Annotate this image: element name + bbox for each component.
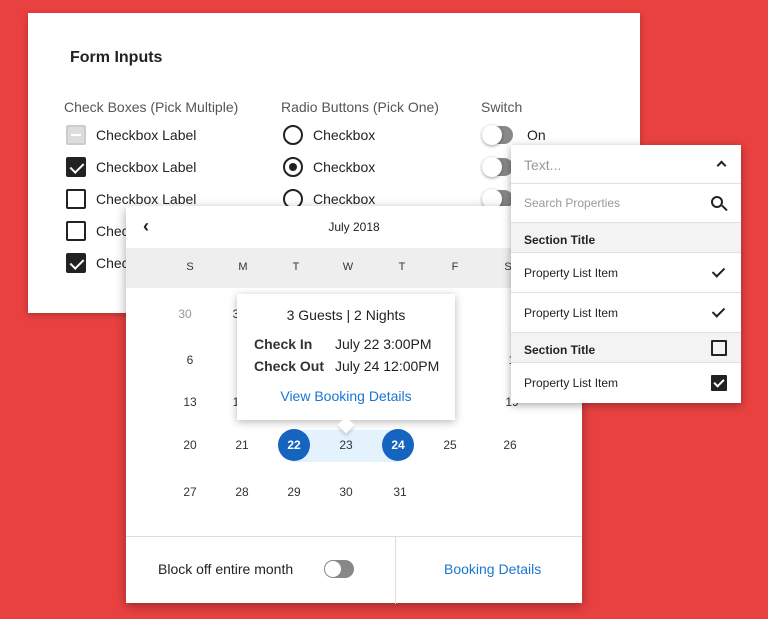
radio-label: Checkbox <box>313 127 376 143</box>
switch-option[interactable]: On <box>482 124 546 146</box>
text-placeholder: Text... <box>524 157 562 173</box>
check-in-value: July 22 3:00PM <box>335 336 432 352</box>
item-checkbox-checked[interactable] <box>711 375 727 391</box>
calendar-day-range-end[interactable]: 24 <box>382 429 414 461</box>
checkbox-label: Checkbox Label <box>96 191 197 207</box>
radio-column-heading: Radio Buttons (Pick One) <box>281 99 439 115</box>
switch-toggle[interactable] <box>482 157 513 177</box>
section-header[interactable]: Section Title <box>511 333 741 363</box>
check-out-value: July 24 12:00PM <box>335 358 440 374</box>
calendar-day[interactable]: 21 <box>224 435 260 455</box>
tooltip-guests-nights: 3 Guests | 2 Nights <box>286 307 406 323</box>
calendar-day[interactable]: 29 <box>276 482 312 502</box>
weekday-label: W <box>342 261 354 273</box>
calendar-day-range-start[interactable]: 22 <box>278 429 310 461</box>
checkbox-checked[interactable] <box>66 157 86 177</box>
checkbox-unchecked[interactable] <box>66 189 86 209</box>
booking-details-link[interactable]: Booking Details <box>444 561 541 577</box>
block-month-switch[interactable] <box>324 560 354 578</box>
booking-tooltip: 3 Guests | 2 Nights Check In July 22 3:0… <box>237 294 455 434</box>
property-list-item[interactable]: Property List Item <box>511 253 741 293</box>
section-header: Section Title <box>511 223 741 253</box>
calendar-day[interactable]: 20 <box>172 435 208 455</box>
radio-option[interactable]: Checkbox <box>283 124 375 146</box>
property-item-label: Property List Item <box>524 306 619 320</box>
property-dropdown-panel: Text... Search Properties Section Title … <box>511 145 741 403</box>
radio-button[interactable] <box>283 125 303 145</box>
checkbox-option[interactable]: Checkbox Label <box>66 156 196 178</box>
search-properties-field[interactable]: Search Properties <box>511 184 741 223</box>
calendar-day[interactable]: 30 <box>167 304 203 324</box>
dropdown-text-field[interactable]: Text... <box>511 145 741 184</box>
property-item-label: Property List Item <box>524 376 619 390</box>
checkbox-column-heading: Check Boxes (Pick Multiple) <box>64 99 239 115</box>
checkbox-indeterminate[interactable] <box>66 125 86 145</box>
property-list-item[interactable]: Property List Item <box>511 363 741 403</box>
checkbox-option[interactable]: Checkbox Label <box>66 124 196 146</box>
chevron-up-icon[interactable] <box>716 160 727 171</box>
search-icon[interactable] <box>711 196 728 212</box>
section-checkbox[interactable] <box>711 340 727 356</box>
calendar-day[interactable]: 13 <box>172 392 208 412</box>
radio-option[interactable]: Checkbox <box>283 156 375 178</box>
check-icon <box>711 265 725 279</box>
calendar-day-in-range[interactable]: 23 <box>328 435 364 455</box>
checkbox-label: Checkbox Label <box>96 159 197 175</box>
weekday-label: M <box>238 261 248 273</box>
footer-divider <box>395 537 396 604</box>
property-item-label: Property List Item <box>524 266 619 280</box>
checkbox-label: Checkbox Label <box>96 127 197 143</box>
switch-toggle[interactable] <box>482 125 513 145</box>
calendar-day[interactable]: 28 <box>224 482 260 502</box>
calendar-day[interactable]: 31 <box>382 482 418 502</box>
weekday-label: T <box>398 261 406 273</box>
check-icon <box>711 305 725 319</box>
weekday-label: T <box>292 261 300 273</box>
calendar-footer: Block off entire month Booking Details <box>126 536 582 604</box>
section-title: Section Title <box>524 343 596 357</box>
view-booking-details-link[interactable]: View Booking Details <box>237 388 455 404</box>
calendar-day[interactable]: 25 <box>432 435 468 455</box>
check-out-label: Check Out <box>254 358 325 374</box>
property-list-item[interactable]: Property List Item <box>511 293 741 333</box>
weekday-label: F <box>451 261 459 273</box>
section-title: Section Title <box>524 233 596 247</box>
checkbox-unchecked[interactable] <box>66 221 86 241</box>
form-title: Form Inputs <box>70 49 163 66</box>
search-input[interactable]: Search Properties <box>524 196 620 210</box>
radio-button-selected[interactable] <box>283 157 303 177</box>
switch-label: On <box>527 127 546 143</box>
radio-label: Checkbox <box>313 191 376 207</box>
calendar-day[interactable]: 26 <box>492 435 528 455</box>
block-month-label: Block off entire month <box>158 561 294 577</box>
radio-label: Checkbox <box>313 159 376 175</box>
calendar-day[interactable]: 27 <box>172 482 208 502</box>
calendar-day[interactable]: 30 <box>328 482 364 502</box>
checkbox-checked[interactable] <box>66 253 86 273</box>
calendar-day[interactable]: 6 <box>172 350 208 370</box>
check-in-label: Check In <box>254 336 313 352</box>
switch-column-heading: Switch <box>481 99 523 115</box>
weekday-label: S <box>186 261 194 273</box>
